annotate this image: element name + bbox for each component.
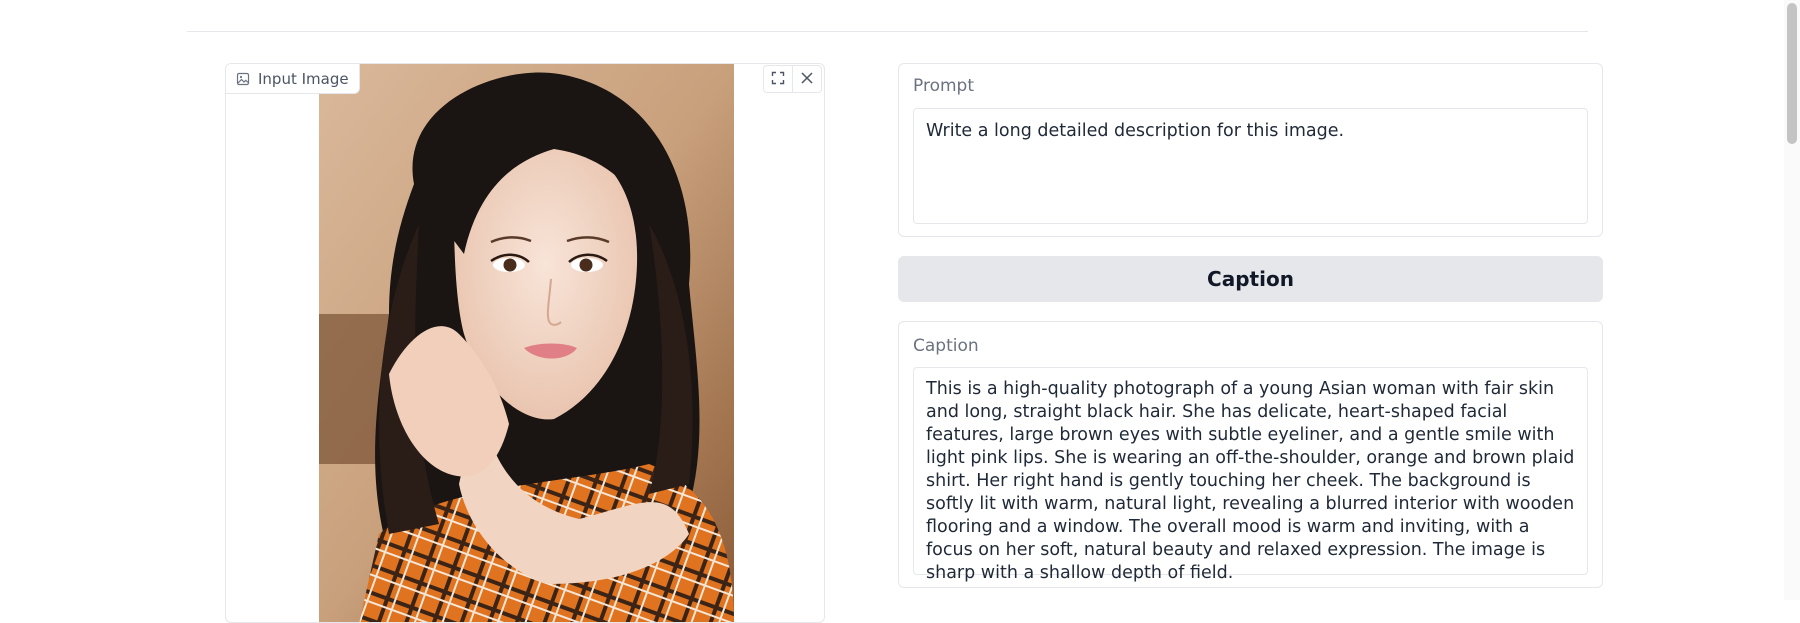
prompt-label: Prompt — [913, 76, 974, 96]
prompt-textarea[interactable]: Write a long detailed description for th… — [913, 108, 1588, 224]
scrollbar-thumb[interactable] — [1787, 3, 1797, 144]
caption-button[interactable]: Caption — [898, 256, 1603, 302]
fullscreen-button[interactable] — [764, 66, 792, 92]
image-toolbar — [763, 65, 822, 93]
caption-textarea[interactable]: This is a high-quality photograph of a y… — [913, 367, 1588, 583]
input-image-photo — [319, 64, 734, 622]
top-divider — [187, 31, 1588, 32]
close-icon — [800, 70, 814, 89]
caption-block: Caption This is a high-quality photograp… — [898, 321, 1603, 588]
input-image-panel[interactable]: Input Image — [225, 63, 825, 623]
caption-label: Caption — [913, 336, 979, 356]
input-image-label: Input Image — [226, 64, 360, 94]
image-icon — [236, 72, 250, 86]
clear-image-button[interactable] — [792, 66, 821, 92]
page-scrollbar[interactable] — [1784, 0, 1800, 600]
prompt-block: Prompt Write a long detailed description… — [898, 63, 1603, 237]
input-image-label-text: Input Image — [258, 69, 349, 88]
fullscreen-icon — [771, 70, 785, 89]
